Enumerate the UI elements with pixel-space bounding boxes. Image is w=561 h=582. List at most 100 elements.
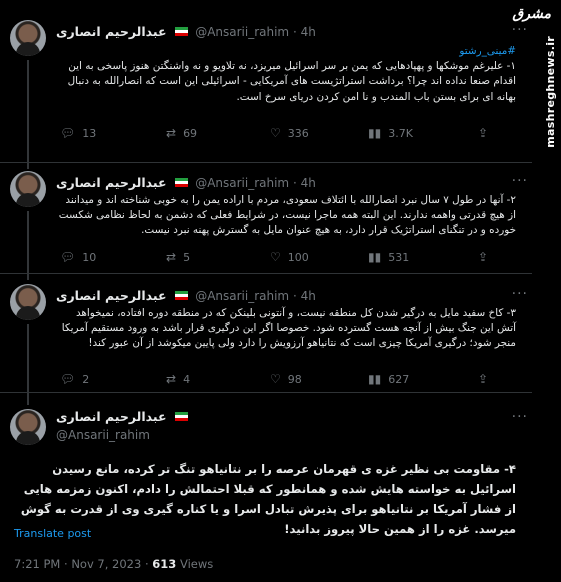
timestamp[interactable]: 4h <box>301 176 316 190</box>
heart-icon: ♡ <box>270 250 281 264</box>
avatar[interactable] <box>10 171 46 207</box>
views-total: 613 <box>152 557 177 571</box>
like-count: 336 <box>287 126 309 140</box>
more-icon[interactable]: ··· <box>512 409 528 425</box>
display-name[interactable]: عبدالرحیم انصاری <box>56 24 167 39</box>
iran-flag-icon <box>175 412 189 421</box>
views-label: Views <box>179 557 214 571</box>
tweet-text: ۳- کاخ سفید مایل به درگیر شدن کل منطقه ن… <box>56 306 516 352</box>
separator-dot: · <box>292 25 297 39</box>
thread-line <box>27 324 29 392</box>
share-icon: ⇪ <box>478 372 489 386</box>
thread-line <box>27 211 29 273</box>
separator-dot: · <box>292 176 297 190</box>
display-name[interactable]: عبدالرحیم انصاری <box>56 175 167 190</box>
separator-dot: · <box>64 557 68 571</box>
repost-count: 4 <box>183 372 191 386</box>
repost-icon: ⇄ <box>166 126 177 140</box>
avatar[interactable] <box>10 284 46 320</box>
share-button[interactable]: ⇪ <box>478 372 488 386</box>
reply-button[interactable]: 💬︎ 13 <box>60 126 96 140</box>
tweet-meta: 7:21 PM · Nov 7, 2023 · 613 Views <box>14 557 213 571</box>
repost-count: 5 <box>183 250 191 264</box>
avatar[interactable] <box>10 409 46 445</box>
reply-button[interactable]: 💬︎ 10 <box>60 250 96 264</box>
main-tweet: عبدالرحیم انصاری @Ansarii_rahim ··· ۴- م… <box>0 393 532 582</box>
repost-count: 69 <box>183 126 198 140</box>
share-icon: ⇪ <box>478 126 489 140</box>
more-icon[interactable]: ··· <box>512 286 528 302</box>
handle[interactable]: @Ansarii_rahim <box>195 176 289 190</box>
views-button[interactable]: ▮▮ 627 <box>368 372 409 386</box>
like-count: 100 <box>287 250 309 264</box>
share-button[interactable]: ⇪ <box>478 250 488 264</box>
tweet-1[interactable]: عبدالرحیم انصاری @Ansarii_rahim · 4h ···… <box>0 0 532 162</box>
display-name[interactable]: عبدالرحیم انصاری <box>56 409 167 424</box>
timestamp[interactable]: 4h <box>301 25 316 39</box>
reply-count: 2 <box>82 372 90 386</box>
watermark-strip: mashreghnews.ir <box>535 0 561 582</box>
share-icon: ⇪ <box>478 250 489 264</box>
views-count: 531 <box>388 250 410 264</box>
tweet-header: عبدالرحیم انصاری @Ansarii_rahim <box>56 409 191 442</box>
reply-count: 13 <box>82 126 97 140</box>
more-icon[interactable]: ··· <box>512 173 528 189</box>
repost-icon: ⇄ <box>166 250 177 264</box>
translate-link[interactable]: Translate post <box>14 527 91 540</box>
tweet-body: ۳- کاخ سفید مایل به درگیر شدن کل منطقه ن… <box>61 307 516 350</box>
iran-flag-icon <box>175 27 189 36</box>
tweet-actions: 💬︎ 13 ⇄ 69 ♡ 336 ▮▮ 3.7K ⇪ <box>60 126 520 142</box>
display-name[interactable]: عبدالرحیم انصاری <box>56 288 167 303</box>
iran-flag-icon <box>175 178 189 187</box>
reply-icon: 💬︎ <box>60 372 76 386</box>
reply-count: 10 <box>82 250 97 264</box>
watermark-site: mashreghnews.ir <box>544 36 557 148</box>
iran-flag-icon <box>175 291 189 300</box>
reply-icon: 💬︎ <box>60 126 76 140</box>
reply-button[interactable]: 💬︎ 2 <box>60 372 89 386</box>
views-count: 627 <box>388 372 410 386</box>
thread-line <box>27 60 29 162</box>
heart-icon: ♡ <box>270 372 281 386</box>
handle[interactable]: @Ansarii_rahim <box>195 289 289 303</box>
tweet-actions: 💬︎ 10 ⇄ 5 ♡ 100 ▮▮ 531 ⇪ <box>60 250 520 266</box>
tweet-3[interactable]: عبدالرحیم انصاری @Ansarii_rahim · 4h ···… <box>0 274 532 392</box>
tweet-body: ۲- آنها در طول ۷ سال نبرد انصارالله با ا… <box>58 194 516 237</box>
repost-icon: ⇄ <box>166 372 177 386</box>
repost-button[interactable]: ⇄ 4 <box>166 372 190 386</box>
hashtag-link[interactable]: #مینی_رشتو <box>56 44 516 59</box>
separator-dot: · <box>144 557 149 571</box>
views-icon: ▮▮ <box>368 250 382 264</box>
tweet-thread: عبدالرحیم انصاری @Ansarii_rahim · 4h ···… <box>0 0 561 582</box>
handle[interactable]: @Ansarii_rahim <box>56 428 150 442</box>
timestamp[interactable]: 4h <box>301 289 316 303</box>
thread-line <box>27 274 29 280</box>
separator-dot: · <box>292 289 297 303</box>
like-button[interactable]: ♡ 336 <box>270 126 309 140</box>
handle[interactable]: @Ansarii_rahim <box>195 25 289 39</box>
views-count: 3.7K <box>388 126 413 140</box>
avatar[interactable] <box>10 20 46 56</box>
tweet-header: عبدالرحیم انصاری @Ansarii_rahim · 4h ··· <box>56 173 532 195</box>
like-count: 98 <box>287 372 302 386</box>
thread-line <box>27 393 29 405</box>
tweet-text: #مینی_رشتو ۱- علیرغم موشکها و پهپادهایی … <box>56 44 516 105</box>
tweet-2[interactable]: عبدالرحیم انصاری @Ansarii_rahim · 4h ···… <box>0 163 532 273</box>
reply-icon: 💬︎ <box>60 250 76 264</box>
views-icon: ▮▮ <box>368 126 382 140</box>
tweet-actions: 💬︎ 2 ⇄ 4 ♡ 98 ▮▮ 627 ⇪ <box>60 372 520 388</box>
share-button[interactable]: ⇪ <box>478 126 488 140</box>
views-button[interactable]: ▮▮ 3.7K <box>368 126 413 140</box>
tweet-header: عبدالرحیم انصاری @Ansarii_rahim · 4h ··· <box>56 22 532 44</box>
tweet-header: عبدالرحیم انصاری @Ansarii_rahim · 4h ··· <box>56 286 532 308</box>
repost-button[interactable]: ⇄ 69 <box>166 126 197 140</box>
tweet-text: ۲- آنها در طول ۷ سال نبرد انصارالله با ا… <box>56 193 516 239</box>
like-button[interactable]: ♡ 98 <box>270 372 302 386</box>
thread-line <box>27 163 29 169</box>
post-date[interactable]: Nov 7, 2023 <box>71 557 141 571</box>
views-button[interactable]: ▮▮ 531 <box>368 250 409 264</box>
post-time[interactable]: 7:21 PM <box>14 557 60 571</box>
repost-button[interactable]: ⇄ 5 <box>166 250 190 264</box>
heart-icon: ♡ <box>270 126 281 140</box>
like-button[interactable]: ♡ 100 <box>270 250 309 264</box>
